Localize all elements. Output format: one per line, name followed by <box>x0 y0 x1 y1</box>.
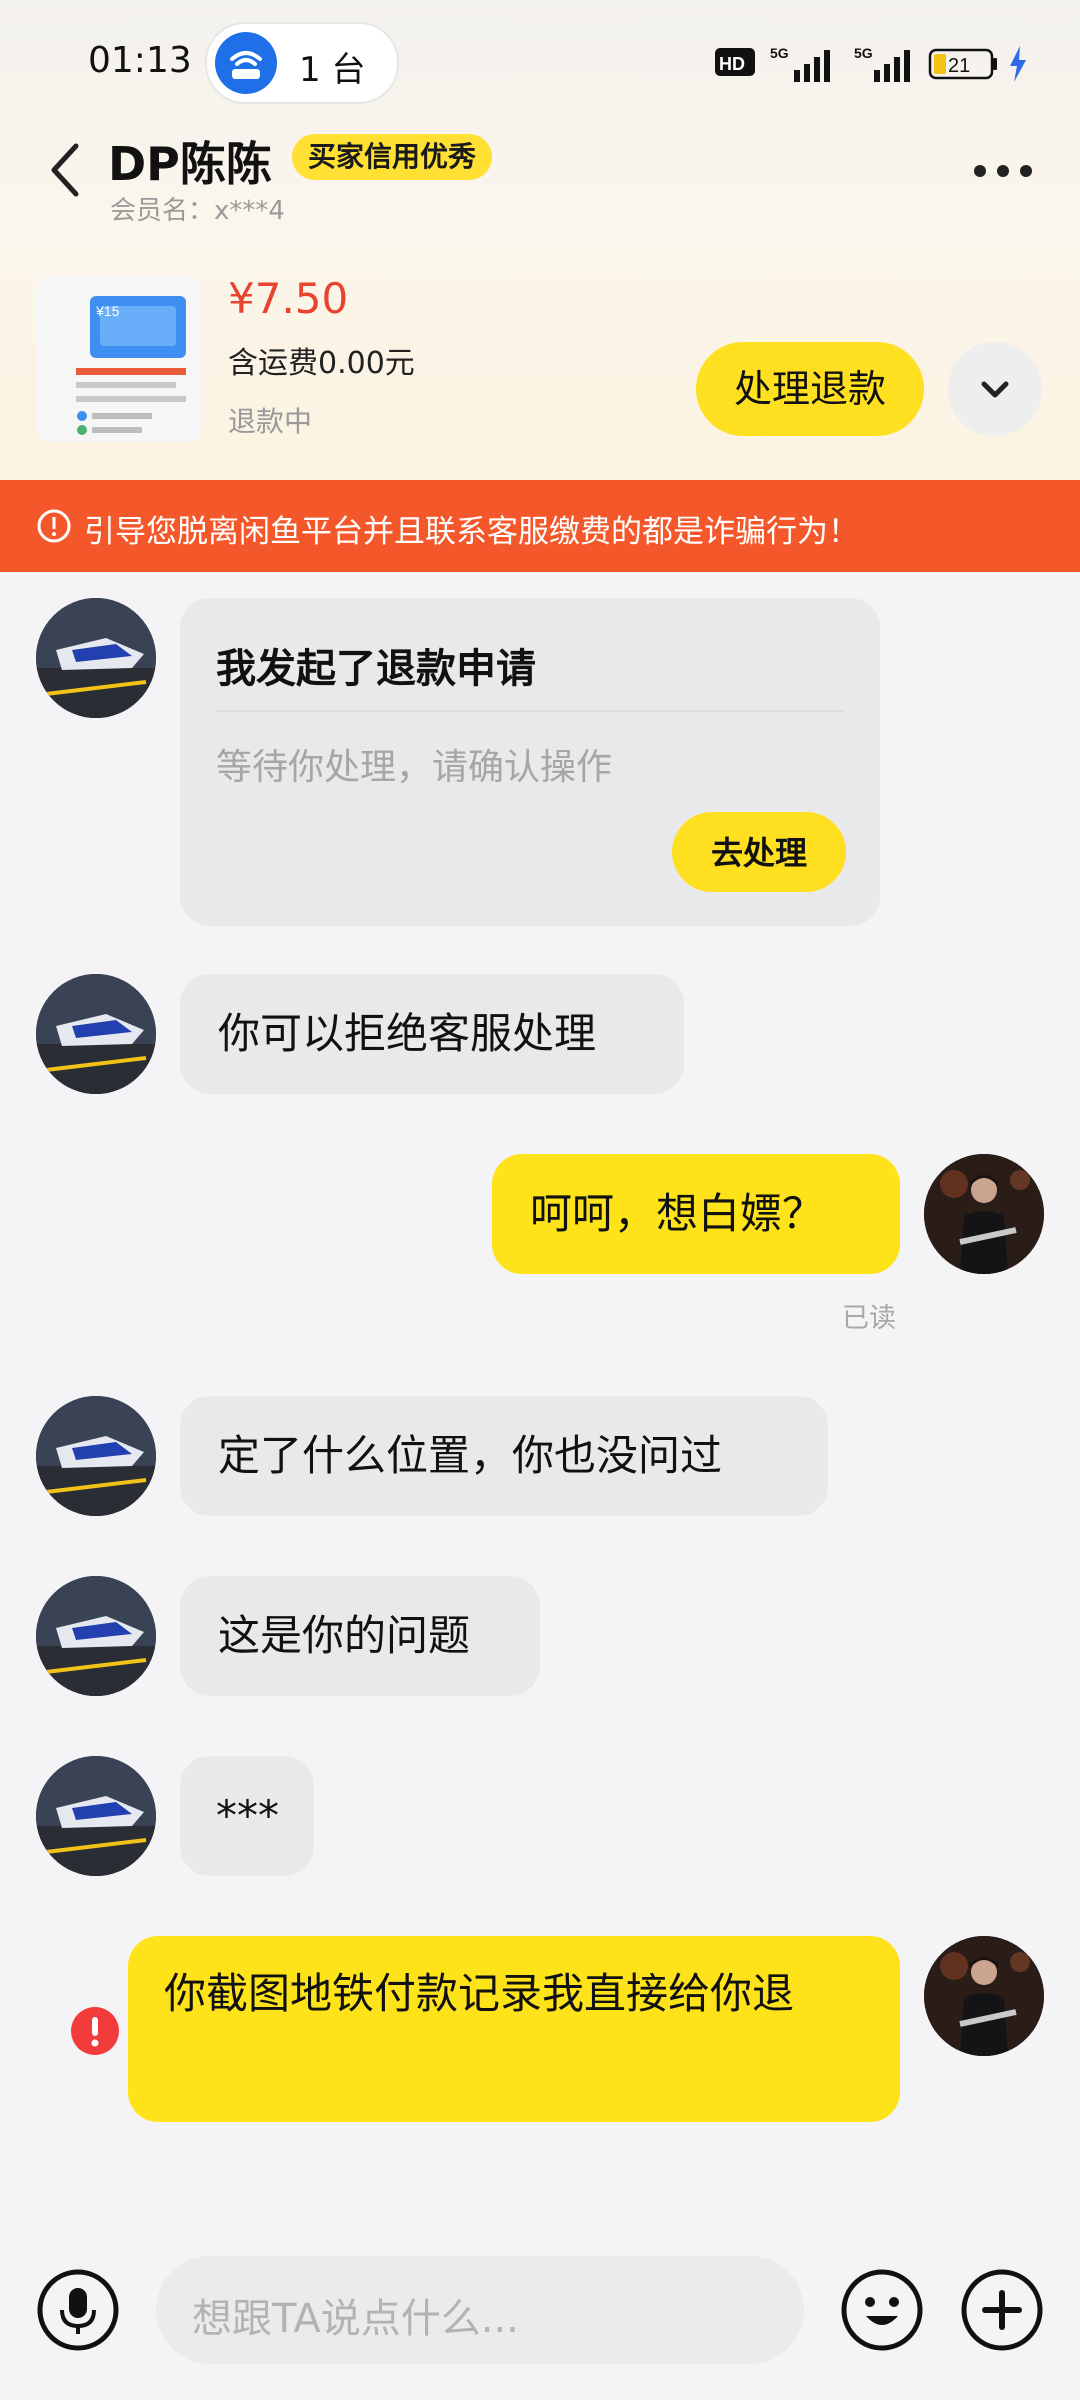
svg-text:HD: HD <box>719 54 745 74</box>
seller-avatar[interactable] <box>36 598 156 718</box>
member-name: 会员名：x***4 <box>110 196 285 226</box>
credit-badge: 买家信用优秀 <box>292 134 493 180</box>
voice-input-button[interactable] <box>36 2268 120 2352</box>
svg-text:¥15: ¥15 <box>95 303 120 319</box>
my-avatar[interactable] <box>924 1154 1044 1274</box>
seller-avatar[interactable] <box>36 974 156 1094</box>
plus-icon <box>961 2269 1043 2351</box>
seller-avatar[interactable] <box>36 1576 156 1696</box>
emoji-button[interactable] <box>840 2268 924 2352</box>
seller-avatar[interactable] <box>36 1756 156 1876</box>
svg-text:5G: 5G <box>854 45 873 61</box>
send-failed-icon[interactable] <box>70 2006 120 2056</box>
input-placeholder: 想跟TA说点什么... <box>192 2296 519 2342</box>
refund-card-title: 我发起了退款申请 <box>216 646 536 692</box>
message-bubble: 这是你的问题 <box>180 1576 540 1696</box>
status-icons: HD 5G 5G 21 <box>714 44 1034 84</box>
status-time: 01:13 <box>88 40 192 81</box>
svg-text:5G: 5G <box>770 45 789 61</box>
product-price: ¥7.50 <box>228 274 349 323</box>
hotspot-count: 1 台 <box>299 50 366 90</box>
seller-avatar[interactable] <box>36 1396 156 1516</box>
chevron-down-icon <box>981 381 1009 398</box>
expand-button[interactable] <box>948 342 1042 436</box>
read-receipt: 已读 <box>842 1303 896 1334</box>
microphone-icon <box>37 2269 119 2351</box>
fraud-warning-banner: 引导您脱离闲鱼平台并且联系客服缴费的都是诈骗行为！ <box>0 480 1080 572</box>
go-handle-button[interactable]: 去处理 <box>672 812 846 892</box>
message-bubble: 定了什么位置，你也没问过 <box>180 1396 828 1516</box>
card-divider <box>216 710 844 712</box>
charging-bolt-icon <box>1006 44 1030 88</box>
product-thumbnail[interactable]: ¥15 <box>36 276 202 442</box>
more-actions-button[interactable] <box>960 2268 1044 2352</box>
more-options-icon[interactable] <box>972 160 1034 182</box>
my-avatar[interactable] <box>924 1936 1044 2056</box>
hotspot-indicator[interactable]: 1 台 <box>205 22 399 104</box>
back-arrow-icon[interactable] <box>46 140 86 200</box>
hd-icon: HD <box>714 44 758 84</box>
shipping-fee: 含运费0.00元 <box>228 346 415 381</box>
seller-name[interactable]: DP陈陈 <box>108 128 272 194</box>
signal-5g-icon-1: 5G <box>770 44 840 88</box>
message-bubble: *** <box>180 1756 314 1876</box>
refund-status: 退款中 <box>228 405 313 438</box>
smiley-icon <box>841 2269 923 2351</box>
message-bubble-outgoing: 你截图地铁付款记录我直接给你退 <box>128 1936 900 2122</box>
message-input[interactable]: 想跟TA说点什么... <box>156 2256 804 2364</box>
message-bubble: 你可以拒绝客服处理 <box>180 974 684 1094</box>
warning-text: 引导您脱离闲鱼平台并且联系客服缴费的都是诈骗行为！ <box>84 514 859 550</box>
signal-5g-icon-2: 5G <box>854 44 918 88</box>
refund-request-card: 我发起了退款申请 等待你处理，请确认操作 去处理 <box>180 598 880 926</box>
handle-refund-button[interactable]: 处理退款 <box>696 342 924 436</box>
refund-card-subtitle: 等待你处理，请确认操作 <box>216 747 613 788</box>
battery-icon: 21 <box>928 44 1000 88</box>
wifi-router-icon <box>215 32 277 94</box>
message-bubble-outgoing: 呵呵，想白嫖？ <box>492 1154 900 1274</box>
svg-text:21: 21 <box>948 55 970 77</box>
warning-circle-icon <box>36 508 72 544</box>
